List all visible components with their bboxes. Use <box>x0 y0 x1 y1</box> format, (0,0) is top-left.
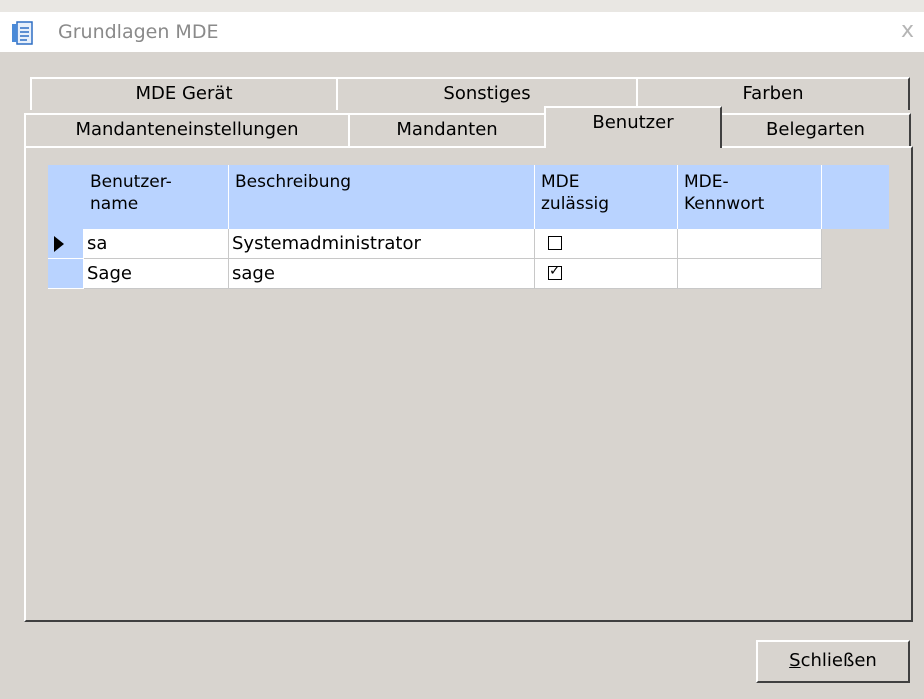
tab-label: Farben <box>742 83 804 104</box>
button-label: chließen <box>800 650 877 671</box>
cell-beschreibung[interactable]: sage <box>229 259 535 289</box>
row-selector[interactable] <box>48 259 84 289</box>
cell-mde-zulaessig[interactable] <box>535 229 678 259</box>
title-bar[interactable]: Grundlagen MDE x <box>0 12 924 52</box>
tab-belegarten[interactable]: Belegarten <box>720 113 911 146</box>
top-strip <box>0 0 924 12</box>
accelerator-key: S <box>789 650 801 671</box>
header-divider <box>821 165 822 229</box>
grid-header-filler <box>822 165 889 229</box>
header-divider <box>677 165 678 229</box>
header-divider <box>228 165 229 229</box>
tab-mandanteneinstellungen[interactable]: Mandanteneinstellungen <box>24 113 350 146</box>
cell-beschreibung[interactable]: Systemadministrator <box>229 229 535 259</box>
grid-header-corner <box>48 165 84 229</box>
checkmark-icon: ✓ <box>549 263 561 279</box>
schliessen-button[interactable]: Schließen <box>756 640 910 683</box>
cell-benutzername[interactable]: sa <box>84 229 229 259</box>
tab-label: Sonstiges <box>443 83 531 104</box>
cell-kennwort[interactable] <box>678 259 822 289</box>
header-line: MDE- <box>684 172 729 192</box>
tab-label: Benutzer <box>592 112 674 133</box>
tab-label: MDE Gerät <box>135 83 233 104</box>
tab-benutzer[interactable]: Benutzer <box>544 106 722 148</box>
cell-kennwort[interactable] <box>678 229 822 259</box>
tab-label: Mandanteneinstellungen <box>75 119 299 140</box>
mde-zulaessig-checkbox[interactable]: ✓ <box>548 263 562 280</box>
cell-benutzername[interactable]: Sage <box>84 259 229 289</box>
header-line: Beschreibung <box>235 172 352 192</box>
app-icon <box>12 21 33 45</box>
tab-label: Belegarten <box>766 119 865 140</box>
header-line: name <box>90 194 139 214</box>
tab-mde-geraet[interactable]: MDE Gerät <box>30 77 338 110</box>
window-title: Grundlagen MDE <box>58 21 219 43</box>
tab-mandanten[interactable]: Mandanten <box>348 113 546 146</box>
header-beschreibung[interactable]: Beschreibung <box>229 165 535 229</box>
close-icon[interactable]: x <box>901 18 914 43</box>
mde-zulaessig-checkbox[interactable] <box>548 236 562 250</box>
current-row-arrow-icon <box>54 236 64 252</box>
row-selector[interactable] <box>48 229 84 259</box>
cell-mde-zulaessig[interactable]: ✓ <box>535 259 678 289</box>
header-line: Benutzer- <box>90 172 172 192</box>
header-line: MDE <box>541 172 580 192</box>
header-mde-kennwort[interactable]: MDE- Kennwort <box>678 165 822 229</box>
header-benutzername[interactable]: Benutzer- name <box>84 165 229 229</box>
tab-label: Mandanten <box>396 119 498 140</box>
header-divider <box>534 165 535 229</box>
header-line: Kennwort <box>684 194 765 214</box>
header-mde-zulaessig[interactable]: MDE zulässig <box>535 165 678 229</box>
header-line: zulässig <box>541 194 610 214</box>
